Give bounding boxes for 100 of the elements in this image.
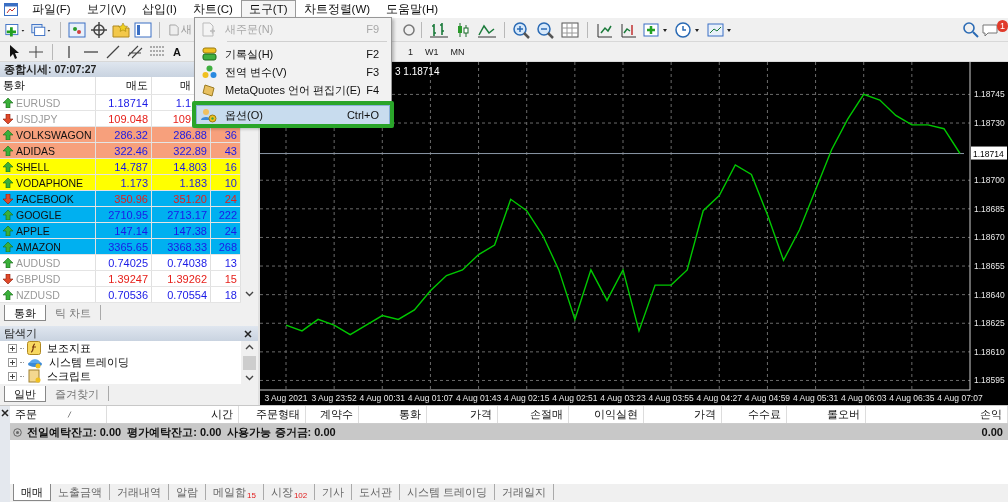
menu-label: 새주문(N) xyxy=(224,21,275,37)
tree-item[interactable]: 보조지표 xyxy=(47,340,91,356)
column-header[interactable]: 손절매 xyxy=(530,407,563,422)
quote-row[interactable]: VODAPHONE 1.173 1.183 10 xyxy=(0,175,241,191)
ask-price: 147.38 xyxy=(152,223,211,238)
menu-item[interactable]: 파일(F) xyxy=(24,0,79,19)
scroll-up-icon[interactable] xyxy=(245,344,254,350)
price-axis-label: 1.18700 xyxy=(974,175,1005,186)
ask-price: 1.39262 xyxy=(152,271,211,286)
toolbox-tab[interactable]: 알람 xyxy=(169,484,206,500)
column-header[interactable]: 수수료 xyxy=(748,407,781,422)
column-header[interactable]: 가격 xyxy=(694,407,716,422)
channel-icon[interactable] xyxy=(125,43,145,60)
symbol-name: VODAPHONE xyxy=(16,176,84,189)
menu-item[interactable]: 도움말(H) xyxy=(378,0,447,19)
toolbox-tab[interactable]: 메일함$_{15}$ xyxy=(206,484,264,500)
symbol-name: NZDUSD xyxy=(16,288,60,301)
close-icon[interactable] xyxy=(244,329,252,338)
toolbox-tab[interactable]: 거래내역 xyxy=(110,484,169,500)
symbol-name: AMAZON xyxy=(16,240,61,253)
bid-price: 286.32 xyxy=(96,127,152,142)
profit-total: 0.00 xyxy=(981,426,1003,438)
tree-item[interactable]: 스크립트 xyxy=(47,368,91,384)
ask-price: 351.20 xyxy=(152,191,211,206)
terminal-icon[interactable] xyxy=(133,20,153,39)
timeframe-button[interactable]: 1 xyxy=(402,46,418,57)
column-header[interactable]: 매도 xyxy=(96,77,152,94)
panel-tab[interactable]: 즐겨찾기 xyxy=(46,386,109,401)
spread-value: 18 xyxy=(224,288,237,301)
toolbox-tab[interactable]: 매매 xyxy=(13,484,51,501)
timeframe-button[interactable]: MN xyxy=(445,46,470,57)
quote-row[interactable]: NZDUSD 0.70536 0.70554 18 xyxy=(0,287,241,303)
menu-item[interactable]: 보기(V) xyxy=(78,0,135,19)
column-header[interactable]: 가격 xyxy=(470,407,492,422)
bar-chart-icon[interactable] xyxy=(428,20,450,39)
bid-price: 14.787 xyxy=(96,159,152,174)
time-axis-label: 4 Aug 04:27 xyxy=(696,393,742,403)
spread-value: 43 xyxy=(224,144,237,157)
toolbox-tab[interactable]: 도서관 xyxy=(352,484,401,500)
bid-price: 322.46 xyxy=(96,143,152,158)
folder-star-icon[interactable] xyxy=(111,20,131,39)
toolbox-tab[interactable]: 기사 xyxy=(315,484,353,500)
document-icon xyxy=(202,21,216,37)
time-axis-label: 4 Aug 06:35 xyxy=(889,393,935,403)
column-header[interactable]: 이익실현 xyxy=(594,407,638,422)
tree-item[interactable]: 시스템 트레이딩 xyxy=(49,354,130,370)
bid-price: 0.70536 xyxy=(96,287,152,302)
expand-icon[interactable] xyxy=(8,343,17,353)
column-header[interactable]: 주문형태 xyxy=(256,407,300,422)
scrollbar[interactable] xyxy=(241,341,258,384)
toolbox-tab[interactable]: 거래일지 xyxy=(495,484,555,500)
panel-tab[interactable]: 틱 차트 xyxy=(46,305,102,320)
menu-item[interactable]: 기록실(H) F2 xyxy=(197,45,389,63)
price-axis-label: 1.18595 xyxy=(974,375,1005,386)
quote-row[interactable]: GBPUSD 1.39247 1.39262 15 xyxy=(0,271,241,287)
shortcut-label: F3 xyxy=(366,66,380,78)
column-header[interactable]: 통화 xyxy=(399,407,421,422)
toolbox-tab[interactable]: 노출금액 xyxy=(51,484,110,500)
column-header[interactable]: 통화 xyxy=(0,77,96,94)
panel-tab[interactable]: 일반 xyxy=(4,386,46,402)
menu-item[interactable]: 차트(C) xyxy=(184,0,241,19)
shortcut-label: Ctrl+O xyxy=(346,109,380,121)
panel-tab[interactable]: 통화 xyxy=(4,305,46,321)
bid-price: 350.96 xyxy=(96,191,152,206)
time-axis-label: 3 Aug 2021 xyxy=(264,393,308,403)
column-header[interactable]: 손익 xyxy=(980,407,1002,422)
ask-price: 1.183 xyxy=(152,175,211,190)
search-icon[interactable] xyxy=(962,20,980,39)
expand-icon[interactable] xyxy=(8,357,17,367)
toolbox-tab[interactable]: 시스템 트레이딩 xyxy=(400,484,496,500)
quote-row[interactable]: AMAZON 3365.65 3368.33 268 xyxy=(0,239,241,255)
column-header[interactable]: 계약수 xyxy=(320,407,353,422)
symbol-name: USDJPY xyxy=(16,112,58,125)
time-axis-label: 4 Aug 01:43 xyxy=(455,393,502,403)
notification-button[interactable]: 1 xyxy=(982,19,1008,40)
column-header[interactable]: 시간 xyxy=(211,407,233,422)
text-tool-button[interactable]: A xyxy=(169,45,185,58)
menu-item[interactable]: 도구(T) xyxy=(240,0,296,19)
column-header[interactable]: 롤오버 xyxy=(827,407,860,422)
quote-row[interactable]: FACEBOOK 350.96 351.20 24 xyxy=(0,191,241,207)
quote-row[interactable]: APPLE 147.14 147.38 24 xyxy=(0,223,241,239)
timeframe-button[interactable]: W1 xyxy=(419,46,444,57)
quote-row[interactable]: SHELL 14.787 14.803 16 xyxy=(0,159,241,175)
quote-row[interactable]: VOLKSWAGON 286.32 286.88 36 xyxy=(0,127,241,143)
menu-item[interactable]: 차트정렬(W) xyxy=(295,0,379,19)
spread-value: 24 xyxy=(224,224,237,237)
scroll-down-icon[interactable] xyxy=(245,291,254,297)
toolbox-tab[interactable]: 시장$_{102}$ xyxy=(263,484,316,500)
quote-row[interactable]: AUDUSD 0.74025 0.74038 13 xyxy=(0,255,241,271)
column-header[interactable]: 주문 xyxy=(15,407,37,422)
scroll-down-icon[interactable] xyxy=(245,375,254,381)
scroll-icon xyxy=(201,83,217,97)
menu-item[interactable]: 옵션(O) Ctrl+O xyxy=(197,106,389,124)
expand-icon[interactable] xyxy=(8,371,17,381)
menu-item[interactable]: 삽입(I) xyxy=(134,0,185,19)
close-icon[interactable] xyxy=(1,409,9,417)
quote-row[interactable]: GOOGLE 2710.95 2713.17 222 xyxy=(0,207,241,223)
crosshair-icon[interactable] xyxy=(89,20,109,39)
symbol-name: GOOGLE xyxy=(16,208,62,221)
quote-row[interactable]: ADIDAS 322.46 322.89 43 xyxy=(0,143,241,159)
